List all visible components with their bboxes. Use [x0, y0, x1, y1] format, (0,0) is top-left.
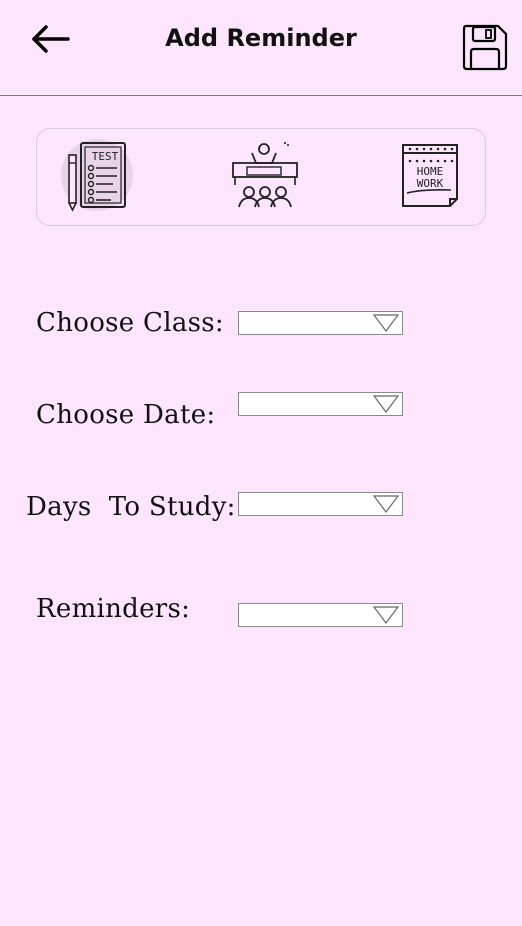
reminders-label: Reminders:	[36, 594, 191, 624]
choose-date-dropdown[interactable]	[238, 392, 403, 416]
floppy-disk-icon	[462, 24, 508, 71]
days-to-study-label: Days To Study:	[26, 492, 236, 522]
triangle-down-icon	[373, 495, 399, 513]
test-reminder-option[interactable]: TEST	[61, 137, 137, 213]
classroom-teacher-icon	[229, 139, 301, 211]
triangle-down-icon	[373, 314, 399, 332]
test-checklist-icon: TEST	[61, 139, 133, 212]
triangle-down-icon	[373, 606, 399, 624]
save-button[interactable]	[460, 22, 510, 72]
reminder-type-selector: TEST HOME WORK	[36, 128, 486, 226]
app-header: Add Reminder	[0, 0, 522, 96]
class-reminder-option[interactable]	[227, 137, 303, 213]
reminders-dropdown[interactable]	[238, 603, 403, 627]
triangle-down-icon	[373, 395, 399, 413]
choose-class-label: Choose Class:	[36, 308, 224, 338]
homework-notepad-icon: HOME WORK	[402, 144, 458, 207]
days-to-study-dropdown[interactable]	[238, 492, 403, 516]
choose-class-dropdown[interactable]	[238, 311, 403, 335]
choose-date-label: Choose Date:	[36, 400, 216, 430]
page-title: Add Reminder	[165, 24, 357, 52]
homework-reminder-option[interactable]: HOME WORK	[393, 137, 469, 213]
test-icon-text: TEST	[92, 150, 119, 163]
homework-icon-text: HOME WORK	[417, 165, 444, 190]
